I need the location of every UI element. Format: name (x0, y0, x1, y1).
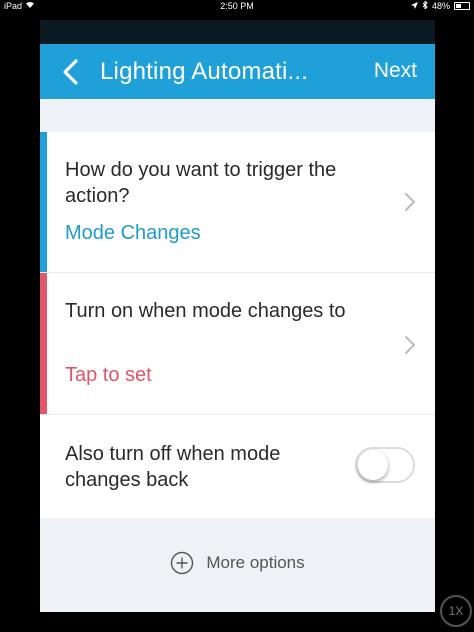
more-options-label: More options (206, 553, 305, 572)
bluetooth-icon (422, 0, 428, 11)
status-bar: iPad 2:50 PM 48% (0, 0, 474, 14)
trigger-question: How do you want to trigger the action? (65, 159, 337, 207)
status-time: 2:50 PM (220, 1, 254, 11)
mode-question: Turn on when mode changes to (65, 300, 346, 322)
row-accent-bar (40, 273, 47, 414)
top-strip (40, 20, 435, 44)
location-icon (410, 1, 418, 11)
turn-off-label: Also turn off when mode changes back (65, 443, 281, 491)
turn-off-toggle[interactable] (355, 447, 415, 483)
page-title: Lighting Automati... (100, 58, 309, 85)
chevron-right-icon (405, 193, 416, 211)
navigation-bar: Lighting Automati... Next (40, 44, 435, 99)
zoom-button[interactable]: 1X (440, 595, 472, 627)
row-accent-bar (40, 132, 47, 272)
turn-off-row: Also turn off when mode changes back (40, 415, 435, 518)
next-button[interactable]: Next (374, 59, 417, 83)
plus-circle-icon (171, 551, 194, 575)
toggle-knob (358, 450, 388, 480)
mode-answer: Tap to set (65, 364, 152, 386)
trigger-answer: Mode Changes (65, 222, 201, 244)
battery-icon (454, 2, 470, 10)
battery-percent: 48% (431, 1, 450, 11)
status-right: 48% (410, 0, 470, 11)
more-options-button[interactable]: More options (40, 514, 435, 612)
chevron-right-icon (405, 336, 416, 354)
back-button[interactable] (52, 52, 88, 92)
mode-select-row[interactable]: Turn on when mode changes to Tap to set (40, 273, 435, 415)
app-window: Lighting Automati... Next How do you wan… (40, 20, 435, 612)
chevron-left-icon (63, 59, 78, 85)
trigger-row[interactable]: How do you want to trigger the action? M… (40, 132, 435, 273)
section-spacer (40, 99, 435, 132)
